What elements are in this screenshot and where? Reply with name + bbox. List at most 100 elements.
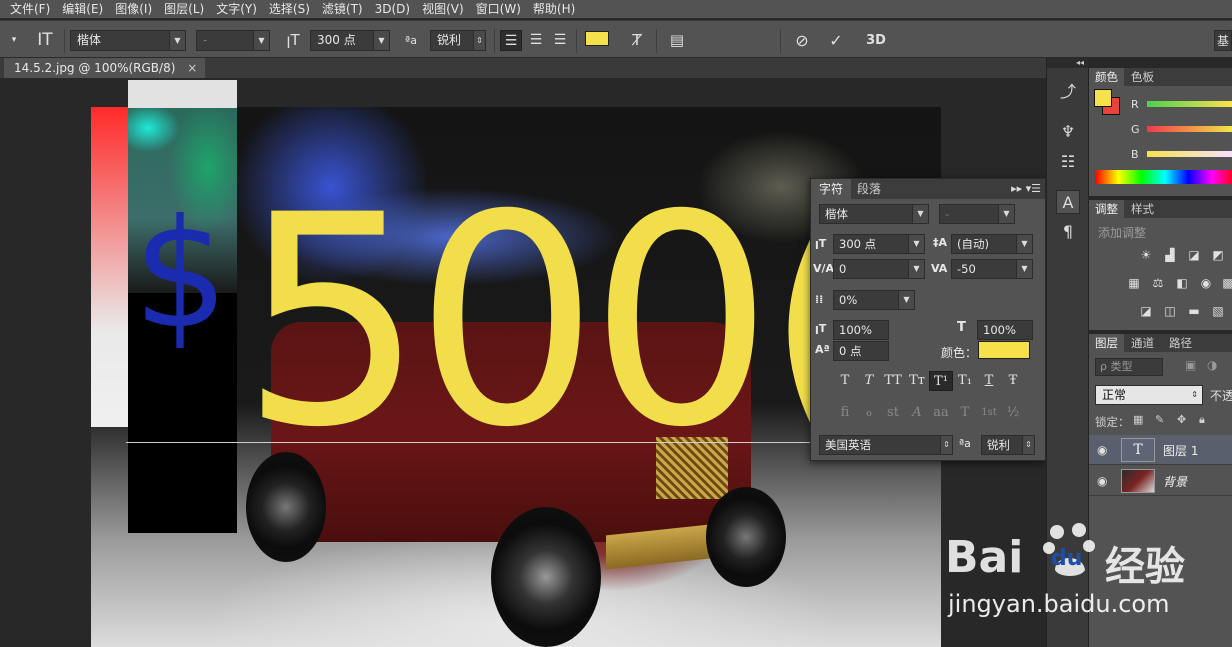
3d-button[interactable]: 3D [862,30,890,51]
history-icon[interactable]: ⤴ [1056,80,1080,104]
cp-font-style-dropdown[interactable]: - ▼ [939,204,1015,224]
posterize-icon[interactable]: ◫ [1161,302,1179,320]
tool-preset-chevron-icon[interactable]: ▾ [6,30,22,51]
align-left-icon[interactable]: ☰ [500,30,522,51]
eye-icon[interactable]: ◉ [1097,474,1107,488]
menu-view[interactable]: 视图(V) [416,0,470,18]
menu-3d[interactable]: 3D(D) [369,0,416,18]
layer-row[interactable]: ◉ 背景 [1089,466,1232,496]
underline-button[interactable]: T [977,371,1001,391]
menu-edit[interactable]: 编辑(E) [56,0,109,18]
small-caps-button[interactable]: Tт [905,371,929,391]
invert-icon[interactable]: ◪ [1137,302,1155,320]
warp-text-icon[interactable]: Ⱦ [626,30,648,51]
text-color-swatch[interactable] [585,31,609,46]
brush-settings-icon[interactable]: ☷ [1056,150,1080,174]
photo-filter-icon[interactable]: ◉ [1197,274,1215,292]
layer-row[interactable]: ◉ T 图层 1 [1089,435,1232,465]
commit-check-icon[interactable]: ✓ [824,30,848,51]
document-tab[interactable]: 14.5.2.jpg @ 100%(RGB/8) × [4,58,206,78]
image-filter-icon[interactable]: ▣ [1185,358,1196,372]
tsume-dropdown[interactable]: 0% ▼ [833,290,915,310]
menu-window[interactable]: 窗口(W) [470,0,527,18]
strikethrough-button[interactable]: Ŧ [1001,371,1025,391]
blend-mode-dropdown[interactable]: 正常 ⇕ [1095,385,1203,405]
tab-adjustments[interactable]: 调整 [1089,200,1124,218]
ordinals-button[interactable]: 1st [977,403,1001,423]
curves-icon[interactable]: ◪ [1185,246,1203,264]
tab-layers[interactable]: 图层 [1089,334,1124,352]
red-slider[interactable] [1147,101,1232,107]
stylistic-alternates-button[interactable]: aa [929,403,953,423]
tab-channels[interactable]: 通道 [1125,334,1160,352]
text-dollar-glyph[interactable]: $ [133,190,228,360]
menu-filter[interactable]: 滤镜(T) [316,0,369,18]
adjustment-filter-icon[interactable]: ◑ [1207,358,1217,372]
cp-font-family-dropdown[interactable]: 楷体 ▼ [819,204,929,224]
workspace-button[interactable]: 基 [1214,30,1232,51]
brightness-icon[interactable]: ☀ [1137,246,1155,264]
lock-position-icon[interactable]: ✥ [1177,413,1186,426]
font-size-dropdown[interactable]: 300 点 ▼ [310,30,390,51]
balance-icon[interactable]: ⚖ [1149,274,1167,292]
text-orientation-toggle-icon[interactable]: IT [32,30,58,51]
close-icon[interactable]: × [187,61,197,75]
threshold-icon[interactable]: ▬ [1185,302,1203,320]
menu-help[interactable]: 帮助(H) [527,0,581,18]
tab-paths[interactable]: 路径 [1163,334,1198,352]
font-family-dropdown[interactable]: 楷体 ▼ [70,30,186,51]
fractions-button[interactable]: ½ [1001,403,1025,423]
tracking-dropdown[interactable]: -50 ▼ [951,259,1033,279]
menu-select[interactable]: 选择(S) [263,0,316,18]
anti-alias-dropdown[interactable]: 锐利 ⇕ [430,30,486,51]
cp-font-size-dropdown[interactable]: 300 点 ▼ [833,234,925,254]
superscript-button[interactable]: T¹ [929,371,953,391]
gradient-map-icon[interactable]: ▧ [1209,302,1227,320]
exposure-icon[interactable]: ◩ [1209,246,1227,264]
color-spectrum[interactable] [1095,170,1232,184]
panel-menu-icon[interactable]: ▸▸ ▾☰ [1011,182,1041,195]
swash-button[interactable]: A [905,403,929,423]
cancel-icon[interactable]: ⊘ [790,30,814,51]
vertical-scale-field[interactable]: 100% [833,320,889,340]
discretionary-ligature-button[interactable]: st [881,403,905,423]
leading-dropdown[interactable]: (自动) ▼ [951,234,1033,254]
lock-transparent-icon[interactable]: ▦ [1133,413,1143,426]
menu-image[interactable]: 图像(I) [109,0,158,18]
faux-bold-button[interactable]: T [833,371,857,391]
green-slider[interactable] [1147,126,1232,132]
eye-icon[interactable]: ◉ [1097,443,1107,457]
character-panel-icon[interactable]: A [1056,190,1080,214]
contextual-alternates-button[interactable]: ℴ [857,403,881,423]
kerning-dropdown[interactable]: 0 ▼ [833,259,925,279]
tab-character[interactable]: 字符 [811,179,852,199]
lock-pixels-icon[interactable]: ✎ [1155,413,1164,426]
titling-alternates-button[interactable]: T [953,403,977,423]
horizontal-scale-field[interactable]: 100% [977,320,1033,340]
character-color-swatch[interactable] [978,341,1030,359]
align-right-icon[interactable]: ☰ [549,30,571,51]
vibrance-icon[interactable]: ▦ [1125,274,1143,292]
layer-filter-dropdown[interactable]: ρ 类型 [1095,358,1163,376]
channel-mixer-icon[interactable]: ▩ [1219,274,1232,292]
align-center-icon[interactable]: ☰ [525,30,547,51]
tab-styles[interactable]: 样式 [1125,200,1160,218]
tab-swatches[interactable]: 色板 [1125,68,1160,86]
collapse-arrows-icon[interactable]: ◂◂ [1047,58,1088,68]
character-panel-toggle-icon[interactable]: ▤ [666,30,688,51]
language-dropdown[interactable]: 美国英语 ⇕ [819,435,953,455]
cp-anti-alias-dropdown[interactable]: 锐利 ⇕ [981,435,1035,455]
ligature-button[interactable]: fi [833,403,857,423]
subscript-button[interactable]: T₁ [953,371,977,391]
tab-paragraph[interactable]: 段落 [849,179,889,199]
menu-layer[interactable]: 图层(L) [158,0,210,18]
faux-italic-button[interactable]: T [857,371,881,391]
text-layer-content[interactable]: 500( [240,178,877,468]
brush-presets-icon[interactable]: ♆ [1056,120,1080,144]
paragraph-panel-icon[interactable]: ¶ [1056,220,1080,244]
tab-color[interactable]: 颜色 [1089,68,1124,86]
menu-file[interactable]: 文件(F) [4,0,56,18]
levels-icon[interactable]: ▟ [1161,246,1179,264]
black-white-icon[interactable]: ◧ [1173,274,1191,292]
all-caps-button[interactable]: TT [881,371,905,391]
